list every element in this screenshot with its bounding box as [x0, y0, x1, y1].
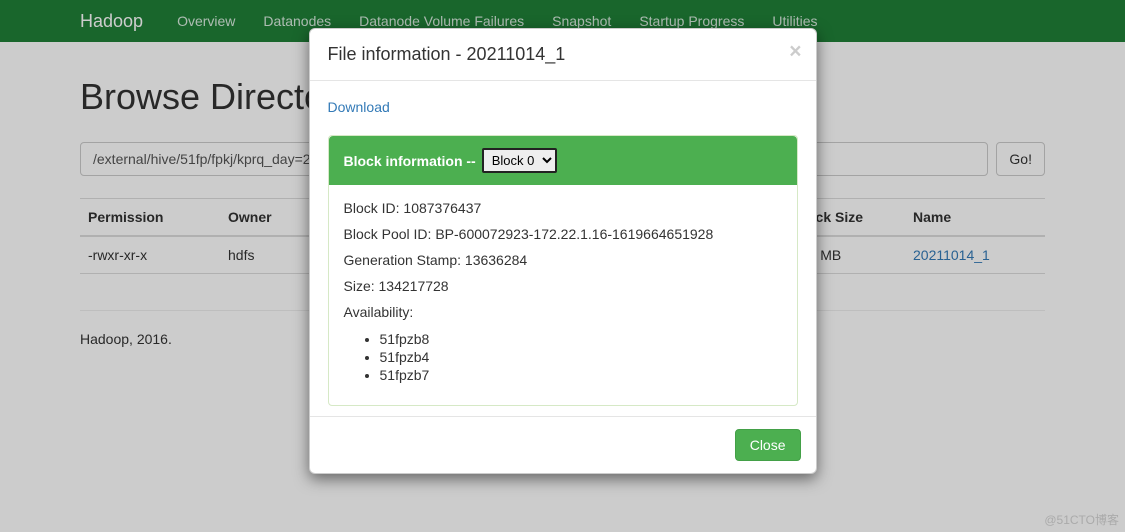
- block-id-row: Block ID: 1087376437: [344, 200, 782, 216]
- watermark: @51CTO博客: [1044, 511, 1119, 528]
- download-link[interactable]: Download: [328, 99, 390, 115]
- availability-item: 51fpzb4: [380, 348, 782, 366]
- modal-footer: Close: [310, 416, 816, 473]
- modal-header: File information - 20211014_1 ×: [310, 29, 816, 81]
- gen-stamp-value: 13636284: [465, 252, 527, 268]
- close-button[interactable]: Close: [735, 429, 801, 461]
- block-select[interactable]: Block 0: [482, 148, 557, 173]
- gen-stamp-row: Generation Stamp: 13636284: [344, 252, 782, 268]
- availability-list: 51fpzb8 51fpzb4 51fpzb7: [380, 330, 782, 384]
- block-info-panel-body: Block ID: 1087376437 Block Pool ID: BP-6…: [329, 185, 797, 405]
- modal-body: Download Block information -- Block 0 Bl…: [310, 81, 816, 416]
- block-info-label: Block information --: [344, 153, 476, 169]
- block-id-value: 1087376437: [403, 200, 481, 216]
- block-info-panel: Block information -- Block 0 Block ID: 1…: [328, 135, 798, 406]
- block-info-panel-heading: Block information -- Block 0: [329, 136, 797, 185]
- availability-item: 51fpzb8: [380, 330, 782, 348]
- modal-close-x[interactable]: ×: [789, 41, 801, 62]
- size-row: Size: 134217728: [344, 278, 782, 294]
- availability-label: Availability:: [344, 304, 782, 320]
- modal-title: File information - 20211014_1: [328, 44, 566, 64]
- availability-item: 51fpzb7: [380, 366, 782, 384]
- size-value: 134217728: [379, 278, 449, 294]
- block-pool-row: Block Pool ID: BP-600072923-172.22.1.16-…: [344, 226, 782, 242]
- file-info-modal: File information - 20211014_1 × Download…: [309, 28, 817, 474]
- block-pool-value: BP-600072923-172.22.1.16-1619664651928: [435, 226, 713, 242]
